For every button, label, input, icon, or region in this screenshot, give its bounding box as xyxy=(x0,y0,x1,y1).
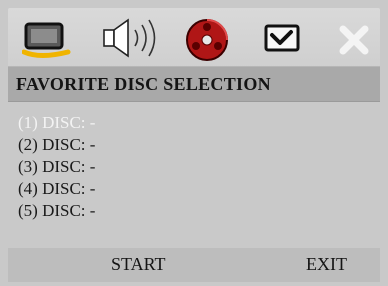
icon-bar xyxy=(8,8,380,68)
footer-bar: START EXIT xyxy=(8,248,380,282)
checkbox-icon[interactable] xyxy=(260,20,306,60)
disc-slot-3[interactable]: (3) DISC: - xyxy=(18,156,358,178)
speaker-icon[interactable] xyxy=(100,16,156,58)
osd-screen: FAVORITE DISC SELECTION (1) DISC: - (2) … xyxy=(0,0,388,286)
exit-button[interactable]: EXIT xyxy=(306,254,347,275)
close-icon[interactable] xyxy=(334,20,380,60)
disc-slot-5[interactable]: (5) DISC: - xyxy=(18,200,358,222)
reel-icon[interactable] xyxy=(183,17,229,61)
display-icon[interactable] xyxy=(22,18,71,58)
page-title-bar: FAVORITE DISC SELECTION xyxy=(8,66,380,102)
page-title: FAVORITE DISC SELECTION xyxy=(16,73,271,94)
disc-slot-2[interactable]: (2) DISC: - xyxy=(18,134,358,156)
disc-slot-4[interactable]: (4) DISC: - xyxy=(18,178,358,200)
disc-slot-1[interactable]: (1) DISC: - xyxy=(18,112,358,134)
disc-list: (1) DISC: - (2) DISC: - (3) DISC: - (4) … xyxy=(18,112,358,222)
start-button[interactable]: START xyxy=(111,254,165,275)
